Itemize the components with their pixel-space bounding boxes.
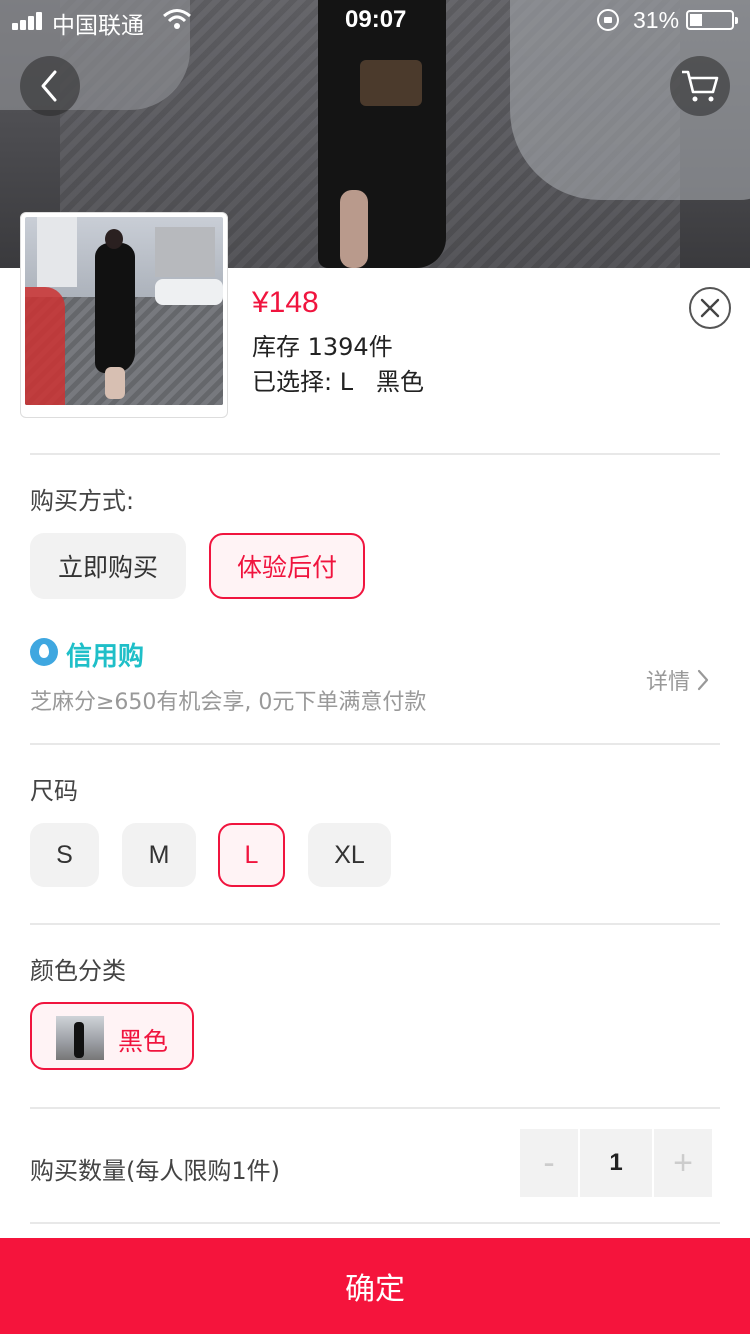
purchase-option-pay-later[interactable]: 体验后付 <box>209 533 365 599</box>
quantity-increase-button[interactable]: + <box>654 1129 712 1197</box>
cart-button[interactable] <box>670 56 730 116</box>
quantity-stepper: - 1 + <box>520 1129 712 1197</box>
color-swatch-image <box>56 1016 104 1060</box>
color-option-label: 黑色 <box>118 1027 169 1056</box>
credit-detail-label: 详情 <box>646 670 691 695</box>
size-option-xl[interactable]: XL <box>308 823 391 887</box>
back-button[interactable] <box>20 56 80 116</box>
hero-model-bag <box>360 60 422 106</box>
hero-model-leg <box>340 190 368 268</box>
divider <box>30 453 720 455</box>
confirm-button[interactable]: 确定 <box>0 1238 750 1334</box>
chevron-right-icon <box>697 669 709 691</box>
color-option-black[interactable]: 黑色 <box>30 1002 194 1070</box>
size-option-l[interactable]: L <box>218 823 285 887</box>
size-option-s[interactable]: S <box>30 823 99 887</box>
signal-icon <box>12 12 46 30</box>
battery-icon <box>686 10 738 30</box>
credit-drop-icon <box>30 638 58 666</box>
selected-summary: 已选择: L 黑色 <box>252 368 424 396</box>
divider <box>30 1222 720 1224</box>
battery-fill <box>690 14 702 26</box>
credit-detail-link[interactable]: 详情 <box>646 664 710 696</box>
wifi-icon <box>163 9 191 29</box>
quantity-value[interactable]: 1 <box>580 1129 652 1197</box>
close-button[interactable] <box>689 287 731 329</box>
size-label: 尺码 <box>30 777 78 805</box>
divider <box>30 743 720 745</box>
quantity-decrease-button[interactable]: - <box>520 1129 578 1197</box>
product-thumbnail-image <box>25 217 223 405</box>
status-time: 09:07 <box>345 6 407 33</box>
battery-percent: 31% <box>633 7 680 33</box>
purchase-method-label: 购买方式: <box>30 487 135 515</box>
credit-title: 信用购 <box>66 642 145 672</box>
purchase-option-buy-now[interactable]: 立即购买 <box>30 533 186 599</box>
hero-model-dress <box>318 0 446 268</box>
quantity-label: 购买数量(每人限购1件) <box>30 1157 280 1185</box>
product-price: ¥148 <box>252 286 319 319</box>
carrier-name: 中国联通 <box>52 13 144 39</box>
orientation-lock-icon <box>597 9 619 31</box>
product-stock: 库存 1394件 <box>252 333 393 361</box>
size-option-m[interactable]: M <box>122 823 196 887</box>
color-label: 颜色分类 <box>30 957 126 985</box>
cart-icon <box>682 70 719 102</box>
divider <box>30 1107 720 1109</box>
product-thumbnail[interactable] <box>20 212 228 418</box>
divider <box>30 923 720 925</box>
close-icon <box>700 298 720 318</box>
chevron-left-icon <box>41 70 57 102</box>
status-bar: 中国联通 09:07 31% <box>0 0 750 40</box>
credit-description: 芝麻分≥650有机会享, 0元下单满意付款 <box>30 690 427 715</box>
